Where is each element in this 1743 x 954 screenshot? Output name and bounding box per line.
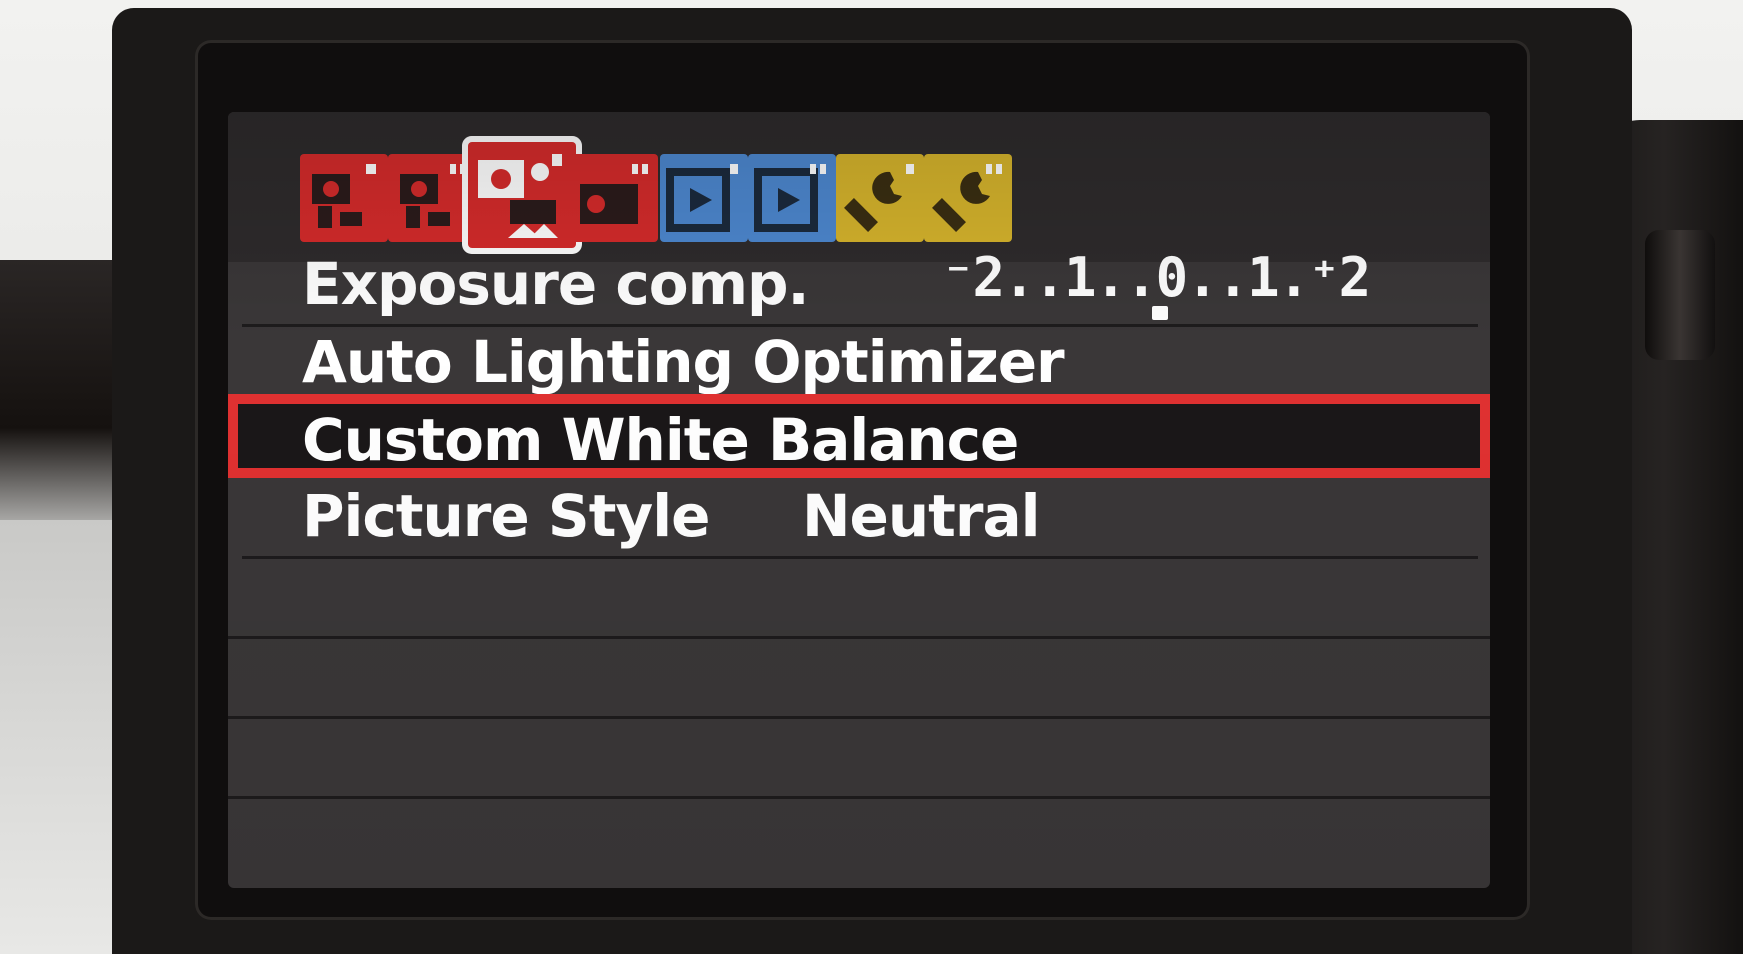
menu-item-exposure-comp[interactable]: Exposure comp. ⁻2..1..0..1.⁺2 [242, 240, 1478, 327]
lcd-screen: Exposure comp. ⁻2..1..0..1.⁺2 Auto Light… [228, 112, 1490, 888]
menu-item-label: Custom White Balance [302, 406, 1019, 474]
empty-menu-row [228, 552, 1490, 639]
menu-item-label: Exposure comp. [302, 250, 810, 318]
menu-item-picture-style[interactable]: Picture Style Neutral [242, 472, 1478, 559]
shooting-menu-4-icon[interactable] [570, 154, 658, 242]
playback-menu-2-icon[interactable] [748, 154, 836, 242]
menu-item-auto-lighting-optimizer[interactable]: Auto Lighting Optimizer [242, 318, 1478, 405]
menu-item-label: Auto Lighting Optimizer [302, 328, 1065, 396]
setup-menu-2-icon[interactable] [924, 154, 1012, 242]
shooting-menu-2-icon[interactable] [388, 154, 476, 242]
setup-menu-1-icon[interactable] [836, 154, 924, 242]
menu-item-custom-white-balance[interactable]: Custom White Balance [228, 394, 1490, 478]
camera-side-control [1645, 230, 1715, 360]
movie-menu-icon[interactable] [468, 142, 576, 248]
exposure-scale: ⁻2..1..0..1.⁺2 [942, 246, 1371, 309]
menu-item-label: Picture Style [302, 482, 710, 550]
shooting-menu-1-icon[interactable] [300, 154, 388, 242]
menu-item-value: Neutral [802, 482, 1041, 550]
empty-menu-row [228, 632, 1490, 719]
empty-menu-row [228, 712, 1490, 799]
playback-menu-1-icon[interactable] [660, 154, 748, 242]
